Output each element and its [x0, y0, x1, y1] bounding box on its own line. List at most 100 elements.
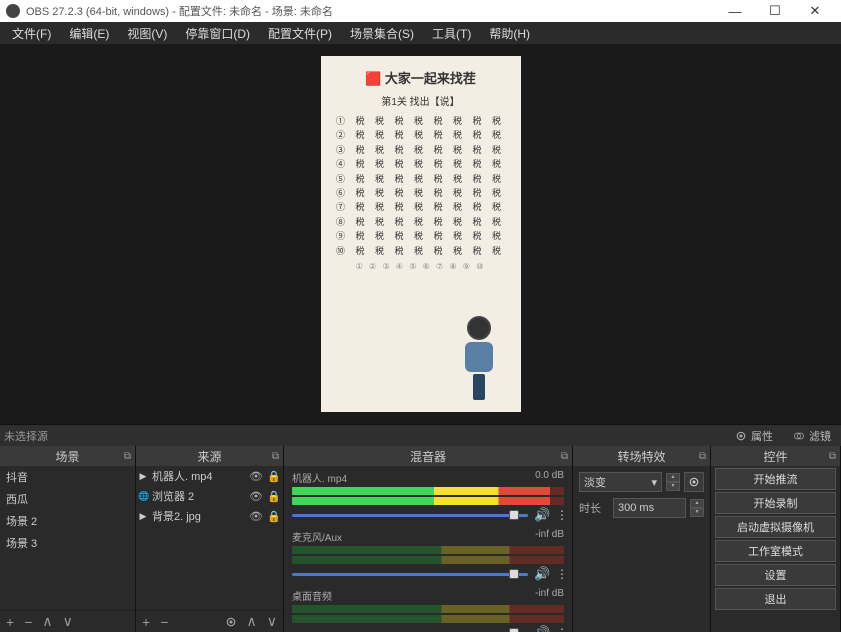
popout-icon[interactable]: ⧉: [124, 451, 131, 462]
transition-select[interactable]: 淡变 ▾: [579, 472, 662, 492]
remove-source-button[interactable]: −: [160, 614, 168, 630]
source-down-button[interactable]: ∨: [267, 613, 277, 630]
speaker-icon[interactable]: 🔊: [534, 507, 550, 523]
sources-list[interactable]: ▶ 机器人. mp4 👁 🔒🌐 浏览器 2 👁 🔒▶ 背景2. jpg 👁 🔒: [136, 466, 283, 610]
preview-grid: ① 税 税 税 税 税 税 税 税② 税 税 税 税 税 税 税 税③ 税 税 …: [336, 114, 505, 258]
transitions-header: 转场特效 ⧉: [573, 446, 710, 466]
preview-subtitle: 第1关 找出【说】: [381, 93, 459, 108]
source-up-button[interactable]: ∧: [247, 613, 257, 630]
volume-meter: [292, 497, 564, 505]
duration-label: 时长: [579, 500, 609, 516]
controls-panel: 控件 ⧉ 开始推流 开始录制 启动虚拟摄像机 工作室模式 设置 退出: [711, 446, 841, 632]
source-settings-icon[interactable]: [225, 616, 237, 628]
channel-db: 0.0 dB: [535, 470, 564, 485]
more-icon[interactable]: ⋮: [556, 626, 564, 632]
scene-item[interactable]: 场景 3: [0, 532, 135, 554]
visibility-icon[interactable]: 👁: [249, 490, 263, 503]
menu-help[interactable]: 帮助(H): [481, 23, 538, 44]
channel-db: -inf dB: [535, 588, 564, 603]
scene-item[interactable]: 西瓜: [0, 488, 135, 510]
menu-dock[interactable]: 停靠窗口(D): [177, 23, 258, 44]
popout-icon[interactable]: ⧉: [561, 451, 568, 462]
browser-icon: 🌐: [138, 491, 148, 502]
channel-name: 麦克风/Aux: [292, 529, 342, 544]
transition-settings-button[interactable]: [684, 472, 704, 492]
scene-item[interactable]: 抖音: [0, 466, 135, 488]
filter-icon: [793, 430, 805, 442]
popout-icon[interactable]: ⧉: [829, 451, 836, 462]
video-icon: ▶: [138, 511, 148, 522]
source-name: 机器人. mp4: [152, 468, 245, 484]
no-source-label: 未选择源: [4, 428, 48, 444]
window-titlebar: OBS 27.2.3 (64-bit, windows) - 配置文件: 未命名…: [0, 0, 841, 22]
transitions-body: 淡变 ▾ ▴▾ 时长 300 ms ▴▾: [573, 466, 710, 632]
scenes-footer: + − ∧ ∨: [0, 610, 135, 632]
add-source-button[interactable]: +: [142, 614, 150, 630]
preview-numbers: ① ② ③ ④ ⑤ ⑥ ⑦ ⑧ ⑨ ⑩: [356, 262, 486, 271]
mixer-channel: 桌面音频 -inf dB 🔊 ⋮: [284, 584, 572, 632]
menu-edit[interactable]: 编辑(E): [61, 23, 117, 44]
start-streaming-button[interactable]: 开始推流: [715, 468, 836, 490]
source-item[interactable]: 🌐 浏览器 2 👁 🔒: [136, 486, 283, 506]
more-icon[interactable]: ⋮: [556, 508, 564, 522]
speaker-icon[interactable]: 🔊: [534, 625, 550, 632]
preview-title-icon: 🟥: [365, 71, 381, 86]
scene-down-button[interactable]: ∨: [63, 613, 73, 630]
preview-canvas: 🟥 大家一起来找茬 第1关 找出【说】 ① 税 税 税 税 税 税 税 税② 税…: [321, 56, 521, 412]
menu-view[interactable]: 视图(V): [119, 23, 175, 44]
scene-up-button[interactable]: ∧: [42, 613, 52, 630]
source-toolbar: 未选择源 属性 滤镜: [0, 424, 841, 446]
volume-slider[interactable]: [292, 514, 528, 517]
settings-button[interactable]: 设置: [715, 564, 836, 586]
channel-name: 机器人. mp4: [292, 470, 347, 485]
volume-meter: [292, 487, 564, 495]
scenes-list[interactable]: 抖音 西瓜 场景 2 场景 3: [0, 466, 135, 610]
visibility-icon[interactable]: 👁: [249, 510, 263, 523]
lock-icon[interactable]: 🔒: [267, 490, 281, 503]
start-recording-button[interactable]: 开始录制: [715, 492, 836, 514]
popout-icon[interactable]: ⧉: [272, 451, 279, 462]
menu-profile[interactable]: 配置文件(P): [260, 23, 340, 44]
more-icon[interactable]: ⋮: [556, 567, 564, 581]
mixer-channel: 麦克风/Aux-inf dB 🔊 ⋮: [284, 525, 572, 584]
gear-icon: [735, 430, 747, 442]
video-icon: ▶: [138, 471, 148, 482]
mixer-channel: 机器人. mp4 0.0 dB 🔊 ⋮: [284, 466, 572, 525]
menu-tools[interactable]: 工具(T): [424, 23, 479, 44]
source-item[interactable]: ▶ 机器人. mp4 👁 🔒: [136, 466, 283, 486]
menu-file[interactable]: 文件(F): [4, 23, 59, 44]
maximize-button[interactable]: ☐: [755, 3, 795, 19]
start-virtualcam-button[interactable]: 启动虚拟摄像机: [715, 516, 836, 538]
scene-item[interactable]: 场景 2: [0, 510, 135, 532]
volume-meter: [292, 615, 564, 623]
duration-spin[interactable]: ▴▾: [690, 499, 704, 517]
channel-name: 桌面音频: [292, 588, 332, 603]
volume-slider[interactable]: [292, 573, 528, 576]
scenes-panel: 场景 ⧉ 抖音 西瓜 场景 2 场景 3 + − ∧ ∨: [0, 446, 136, 632]
studio-mode-button[interactable]: 工作室模式: [715, 540, 836, 562]
close-button[interactable]: ✕: [795, 3, 835, 19]
exit-button[interactable]: 退出: [715, 588, 836, 610]
volume-meter: [292, 605, 564, 613]
popout-icon[interactable]: ⧉: [699, 451, 706, 462]
remove-scene-button[interactable]: −: [24, 614, 32, 630]
transition-spin[interactable]: ▴▾: [666, 473, 680, 491]
source-item[interactable]: ▶ 背景2. jpg 👁 🔒: [136, 506, 283, 526]
properties-button[interactable]: 属性: [729, 426, 779, 446]
speaker-icon[interactable]: 🔊: [534, 566, 550, 582]
volume-meter: [292, 556, 564, 564]
preview-title: 🟥 大家一起来找茬: [365, 68, 476, 87]
duration-input[interactable]: 300 ms: [613, 498, 686, 518]
gear-icon: [688, 476, 700, 488]
lock-icon[interactable]: 🔒: [267, 470, 281, 483]
preview-area[interactable]: 🟥 大家一起来找茬 第1关 找出【说】 ① 税 税 税 税 税 税 税 税② 税…: [0, 44, 841, 424]
menu-bar: 文件(F) 编辑(E) 视图(V) 停靠窗口(D) 配置文件(P) 场景集合(S…: [0, 22, 841, 44]
filters-button[interactable]: 滤镜: [787, 426, 837, 446]
add-scene-button[interactable]: +: [6, 614, 14, 630]
preview-title-text: 大家一起来找茬: [385, 71, 476, 86]
obs-logo-icon: [6, 4, 20, 18]
minimize-button[interactable]: —: [715, 4, 755, 19]
menu-scene-collection[interactable]: 场景集合(S): [342, 23, 422, 44]
lock-icon[interactable]: 🔒: [267, 510, 281, 523]
visibility-icon[interactable]: 👁: [249, 470, 263, 483]
